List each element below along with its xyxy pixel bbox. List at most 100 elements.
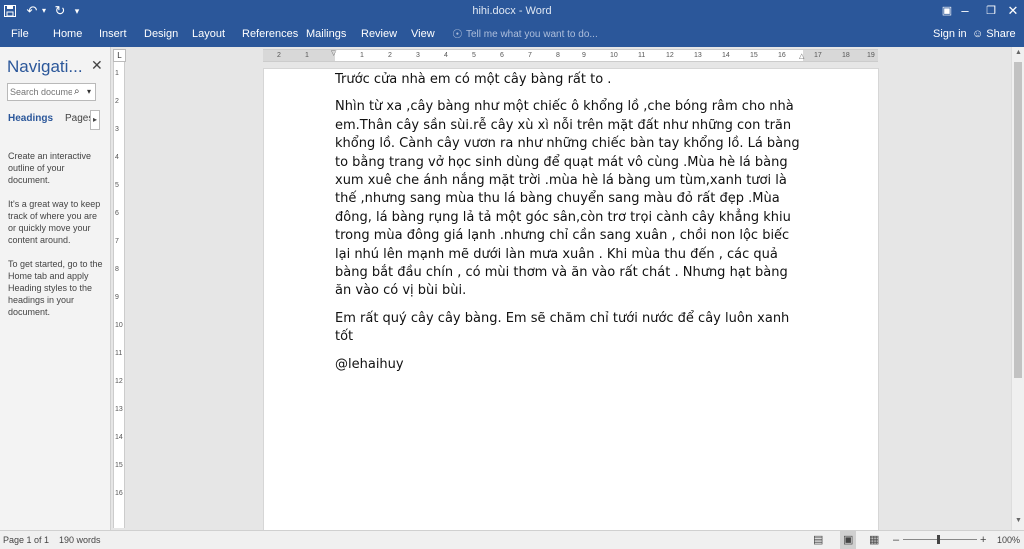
paragraph[interactable]: Trước cửa nhà em có một cây bàng rất to … [335,71,805,89]
ruler-number: 1 [115,70,119,77]
restore-icon[interactable]: ❐ [984,0,998,22]
lightbulb-icon: ☉ [452,27,463,41]
scroll-up-icon[interactable]: ▲ [1012,49,1024,56]
ruler-number: 10 [115,322,123,329]
ruler-number: 17 [814,52,822,59]
ruler-number: 12 [666,52,674,59]
navigation-pane: Navigati... ✕ ⌕ ▾ Headings Pages ▸ Creat… [0,47,111,530]
ruler-number: 8 [115,266,119,273]
tab-home[interactable]: Home [53,22,82,47]
ruler-number: 15 [115,462,123,469]
undo-icon[interactable]: ↶ [24,0,40,22]
navigation-pane-title: Navigati... [7,57,83,76]
nav-search-input[interactable] [10,85,72,98]
scroll-down-icon[interactable]: ▼ [1012,517,1024,524]
customize-toolbar-icon[interactable]: ▾ [72,0,82,22]
ruler-number: 6 [500,52,504,59]
chevron-down-icon[interactable]: ▾ [87,84,91,100]
ribbon-tabs: File Home Insert Design Layout Reference… [0,22,1024,47]
save-icon[interactable] [2,0,18,22]
person-icon: ☺ [972,28,984,40]
horizontal-ruler[interactable]: 2 1 1 2 3 4 5 6 7 8 9 10 11 12 13 14 15 … [263,49,878,62]
redo-icon[interactable]: ↻ [52,0,68,22]
paragraph[interactable]: Em rất quý cây cây bàng. Em sẽ chăm chỉ … [335,310,805,347]
zoom-slider[interactable] [903,539,977,540]
vertical-scrollbar[interactable]: ▲ ▼ [1011,47,1024,530]
zoom-out-icon[interactable]: – [893,531,899,549]
chevron-right-icon[interactable]: ▸ [90,110,100,130]
window-title: hihi.docx - Word [472,5,552,17]
undo-dropdown-icon[interactable]: ▾ [40,0,48,22]
tell-me-search[interactable]: Tell me what you want to do... [466,22,598,47]
share-label: Share [986,28,1016,40]
document-body[interactable]: Trước cửa nhà em có một cây bàng rất to … [335,71,805,383]
ruler-number: 16 [115,490,123,497]
ruler-number: 11 [638,52,646,59]
ruler-number: 8 [556,52,560,59]
vertical-ruler[interactable]: 1 2 3 4 5 6 7 8 9 10 11 12 13 14 15 16 [113,62,125,528]
tab-file[interactable]: File [11,22,29,47]
scrollbar-thumb[interactable] [1014,62,1022,378]
ruler-number: 12 [115,378,123,385]
ruler-number: 5 [472,52,476,59]
ruler-number: 13 [694,52,702,59]
ruler-number: 2 [115,98,119,105]
nav-help-text-3: To get started, go to the Home tab and a… [8,259,103,317]
share-button[interactable]: ☺ Share [972,22,1016,47]
first-line-indent-marker[interactable]: ▽ [331,49,336,57]
ruler-number: 13 [115,406,123,413]
web-layout-icon[interactable]: ▦ [869,531,879,549]
ruler-margin-left [263,50,335,61]
right-indent-marker[interactable]: △ [799,52,804,60]
page-count[interactable]: Page 1 of 1 [3,531,49,549]
ruler-number: 7 [115,238,119,245]
nav-help-text-2: It's a great way to keep track of where … [8,199,101,245]
ruler-number: 15 [750,52,758,59]
nav-search-box[interactable]: ⌕ ▾ [7,83,96,101]
ruler-number: 1 [305,52,309,59]
tab-view[interactable]: View [411,22,435,47]
close-icon[interactable]: ✕ [1006,0,1020,22]
ruler-number: 7 [528,52,532,59]
ruler-number: 5 [115,182,119,189]
tab-design[interactable]: Design [144,22,178,47]
ruler-number: 6 [115,210,119,217]
tab-insert[interactable]: Insert [99,22,127,47]
nav-help-text-1: Create an interactive outline of your do… [8,151,92,185]
search-icon[interactable]: ⌕ [74,84,80,100]
print-layout-icon[interactable]: ▣ [840,531,857,549]
close-pane-icon[interactable]: ✕ [91,57,103,74]
read-mode-icon[interactable]: ▤ [813,531,823,549]
paragraph[interactable]: Nhìn từ xa ,cây bàng như một chiếc ô khổ… [335,98,805,300]
ruler-number: 16 [778,52,786,59]
tab-headings[interactable]: Headings [8,113,53,124]
paragraph[interactable]: @lehaihuy [335,356,805,374]
document-page[interactable]: Trước cửa nhà em có một cây bàng rất to … [263,68,879,532]
sign-in-link[interactable]: Sign in [933,22,967,47]
ruler-number: 1 [360,52,364,59]
zoom-in-icon[interactable]: + [980,531,986,549]
zoom-level[interactable]: 100% [997,531,1020,549]
tab-selector[interactable]: L [113,49,126,62]
ribbon-display-options-icon[interactable]: ▣ [940,0,954,22]
ruler-number: 9 [115,294,119,301]
ruler-number: 10 [610,52,618,59]
ruler-number: 2 [388,52,392,59]
tab-layout[interactable]: Layout [192,22,225,47]
zoom-slider-thumb[interactable] [937,535,940,544]
minimize-icon[interactable]: – [958,0,972,22]
title-bar: ↶ ▾ ↻ ▾ hihi.docx - Word ▣ – ❐ ✕ [0,0,1024,22]
ruler-number: 3 [416,52,420,59]
ruler-number: 9 [582,52,586,59]
ruler-number: 4 [444,52,448,59]
status-bar: Page 1 of 1 190 words ▤ ▣ ▦ – + 100% [0,530,1024,549]
ruler-number: 11 [115,350,123,357]
tab-mailings[interactable]: Mailings [306,22,346,47]
tab-references[interactable]: References [242,22,298,47]
ruler-number: 19 [867,52,875,59]
ruler-number: 14 [722,52,730,59]
ruler-number: 3 [115,126,119,133]
ruler-number: 4 [115,154,119,161]
word-count[interactable]: 190 words [59,531,101,549]
tab-review[interactable]: Review [361,22,397,47]
